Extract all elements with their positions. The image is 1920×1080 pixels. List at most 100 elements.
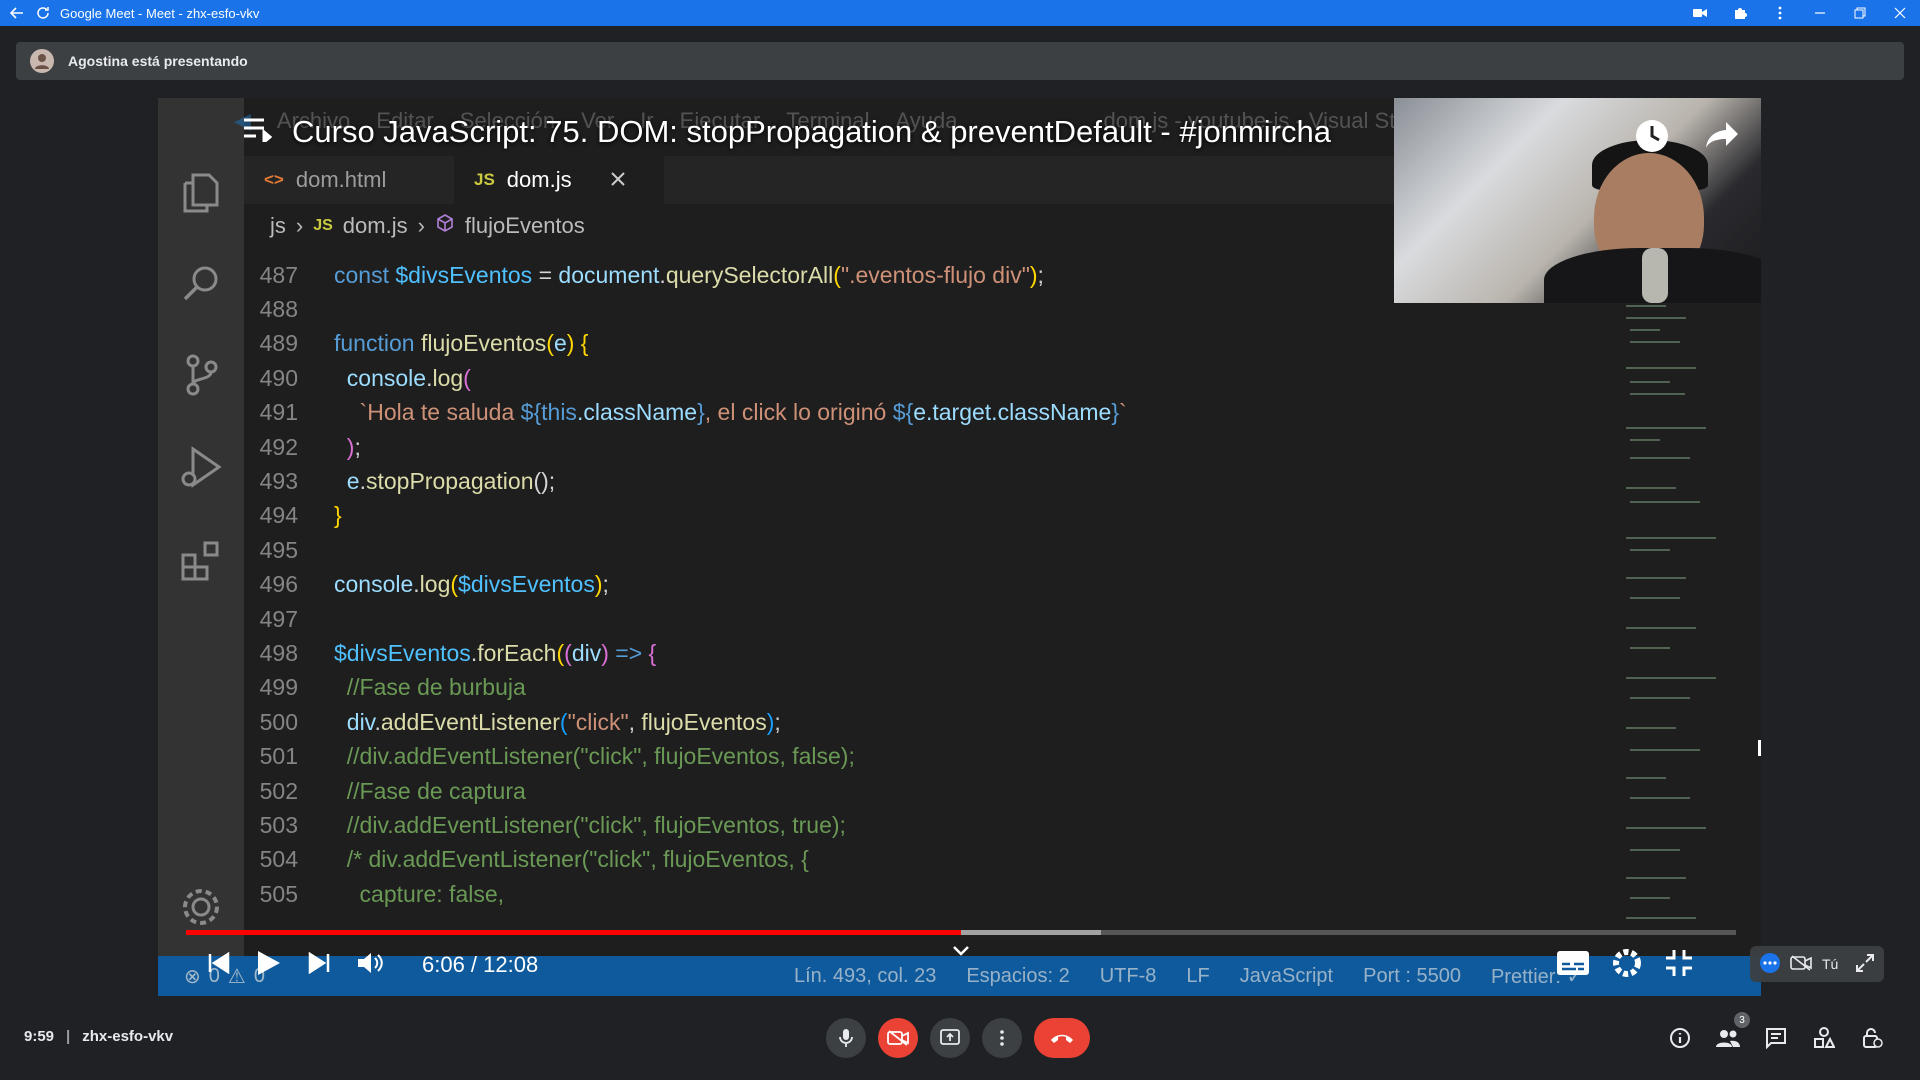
microphone-button[interactable] bbox=[826, 1018, 866, 1058]
encoding: UTF-8 bbox=[1099, 964, 1157, 987]
code-token: { bbox=[648, 639, 657, 666]
captions-icon[interactable] bbox=[1556, 950, 1590, 981]
tab-label: dom.html bbox=[295, 167, 387, 192]
call-controls-bar: 9:59 | zhx-esfo-vkv 3 bbox=[0, 1004, 1920, 1080]
video-progress-fill[interactable] bbox=[186, 930, 961, 935]
camera-off-icon bbox=[1790, 954, 1812, 974]
line-number: 488 bbox=[259, 296, 298, 323]
shared-screen: ◀ Archivo Editar Selección Ver Ir Ejecut… bbox=[158, 98, 1761, 996]
next-icon[interactable] bbox=[308, 951, 330, 979]
code-token: } bbox=[334, 502, 342, 529]
code-token: "click" bbox=[567, 708, 629, 735]
host-controls-lock-icon[interactable] bbox=[1858, 1022, 1886, 1054]
line-number: 491 bbox=[259, 399, 298, 426]
code-token: } bbox=[1111, 399, 1120, 426]
people-icon[interactable]: 3 bbox=[1714, 1012, 1750, 1054]
js-file-icon: JS bbox=[474, 170, 495, 189]
camera-off-button[interactable] bbox=[878, 1018, 918, 1058]
code-token: e.target.className bbox=[913, 399, 1112, 426]
play-icon[interactable] bbox=[256, 949, 282, 982]
close-icon[interactable] bbox=[1880, 4, 1920, 22]
self-view-chip: Tú bbox=[1750, 946, 1885, 982]
more-options-button[interactable] bbox=[982, 1018, 1022, 1058]
line-number: 493 bbox=[259, 468, 298, 495]
window-titlebar: Google Meet - Meet - zhx-esfo-vkv bbox=[0, 0, 1920, 26]
code-text: div.addEventListener("click", flujoEvent… bbox=[334, 709, 781, 736]
search-icon bbox=[176, 258, 226, 308]
minimize-icon[interactable] bbox=[1800, 4, 1840, 22]
present-screen-button[interactable] bbox=[930, 1018, 970, 1058]
code-text: console.log( bbox=[334, 365, 471, 392]
line-number: 499 bbox=[259, 674, 298, 701]
cursor-position: Lín. 493, col. 23 bbox=[794, 964, 937, 987]
more-vert-icon[interactable] bbox=[1760, 4, 1800, 22]
reload-icon[interactable] bbox=[34, 4, 52, 22]
code-line: 495 bbox=[244, 533, 1534, 567]
code-token: log bbox=[432, 364, 464, 391]
chevron-right-icon: › bbox=[295, 213, 304, 238]
code-token: ; bbox=[354, 433, 361, 460]
more-options-icon[interactable] bbox=[1760, 952, 1780, 976]
meeting-details-icon[interactable] bbox=[1666, 1022, 1694, 1054]
code-line: 493 e.stopPropagation(); bbox=[244, 464, 1534, 498]
code-token: capture: false, bbox=[334, 880, 505, 907]
video-title-overlay: Curso JavaScript: 75. DOM: stopPropagati… bbox=[242, 114, 1331, 150]
code-text: e.stopPropagation(); bbox=[334, 468, 555, 495]
line-number: 505 bbox=[259, 880, 298, 907]
extensions-icon[interactable] bbox=[1720, 4, 1760, 22]
activities-icon[interactable] bbox=[1810, 1022, 1838, 1054]
code-token: ( bbox=[564, 639, 572, 666]
video-title[interactable]: Curso JavaScript: 75. DOM: stopPropagati… bbox=[292, 114, 1331, 150]
line-number: 490 bbox=[259, 364, 298, 391]
activity-bar bbox=[158, 98, 244, 996]
breadcrumb-folder: js bbox=[270, 213, 286, 238]
presenting-text: Agostina está presentando bbox=[68, 53, 248, 69]
code-token: function bbox=[334, 330, 421, 357]
chevron-down-icon[interactable] bbox=[952, 944, 970, 962]
html-file-icon: <> bbox=[264, 170, 284, 189]
code-line: 487 const $divsEventos = document.querySe… bbox=[244, 258, 1534, 292]
watch-later-icon[interactable] bbox=[1634, 118, 1670, 159]
code-line: 505 capture: false, bbox=[244, 877, 1534, 911]
code-text: /* div.addEventListener("click", flujoEv… bbox=[334, 846, 809, 873]
line-number: 498 bbox=[259, 639, 298, 666]
code-token: = bbox=[532, 261, 559, 288]
code-token: $divsEventos bbox=[395, 261, 533, 288]
code-line: 496 console.log($divsEventos); bbox=[244, 568, 1534, 602]
code-token: ; bbox=[1037, 261, 1044, 288]
end-call-button[interactable] bbox=[1034, 1018, 1090, 1058]
code-token: flujoEventos bbox=[420, 330, 547, 357]
code-token: querySelectorAll bbox=[665, 261, 834, 288]
chat-icon[interactable] bbox=[1762, 1022, 1790, 1054]
settings-icon[interactable] bbox=[1612, 948, 1642, 983]
meeting-info: 9:59 | zhx-esfo-vkv bbox=[24, 1028, 173, 1045]
code-text: //div.addEventListener("click", flujoEve… bbox=[334, 743, 855, 770]
camera-status-icon[interactable] bbox=[1680, 4, 1720, 22]
expand-icon[interactable] bbox=[1856, 953, 1875, 975]
code-line: 488 bbox=[244, 292, 1534, 326]
code-token: /* div.addEventListener("click", flujoEv… bbox=[334, 846, 809, 873]
volume-icon[interactable] bbox=[356, 951, 384, 980]
avatar bbox=[30, 49, 54, 73]
line-number: 503 bbox=[259, 811, 298, 838]
playlist-icon[interactable] bbox=[242, 114, 273, 150]
self-label: Tú bbox=[1822, 956, 1839, 972]
code-text: //Fase de burbuja bbox=[334, 674, 526, 701]
clock-time: 9:59 bbox=[24, 1028, 55, 1045]
line-number: 502 bbox=[259, 777, 298, 804]
code-token: `Hola te saluda bbox=[334, 399, 521, 426]
back-arrow-icon[interactable] bbox=[8, 4, 26, 22]
code-text: capture: false, bbox=[334, 881, 504, 908]
code-text: `Hola te saluda ${this.className}, el cl… bbox=[334, 399, 1127, 426]
code-token: div bbox=[571, 639, 602, 666]
tab-dom-js: JS dom.js bbox=[454, 156, 664, 204]
code-token: e bbox=[553, 330, 567, 357]
previous-icon[interactable] bbox=[208, 951, 230, 979]
code-token: console bbox=[334, 364, 427, 391]
restore-icon[interactable] bbox=[1840, 4, 1880, 22]
exit-fullscreen-icon[interactable] bbox=[1664, 948, 1694, 983]
share-icon[interactable] bbox=[1704, 120, 1740, 155]
line-ending: LF bbox=[1186, 964, 1210, 987]
code-token: addEventListener bbox=[380, 708, 560, 735]
code-token: ) bbox=[334, 433, 355, 460]
